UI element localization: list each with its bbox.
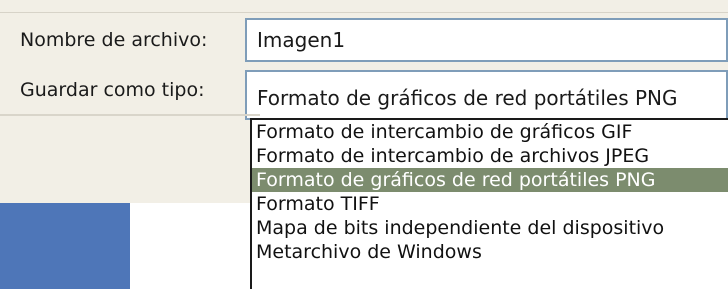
file-list-area <box>130 203 250 289</box>
save-as-type-select[interactable]: Formato de gráficos de red portátiles PN… <box>245 70 728 120</box>
file-type-dropdown-list[interactable]: Formato de intercambio de gráficos GIF F… <box>250 118 728 289</box>
dropdown-option-gif[interactable]: Formato de intercambio de gráficos GIF <box>252 120 728 144</box>
dropdown-option-png-selected[interactable]: Formato de gráficos de red portátiles PN… <box>252 168 728 192</box>
save-as-type-label-text: Guardar como tipo: <box>20 79 205 101</box>
dropdown-option-tiff[interactable]: Formato TIFF <box>252 192 728 216</box>
dropdown-option-bmp[interactable]: Mapa de bits independiente del dispositi… <box>252 216 728 240</box>
dropdown-option-jpeg[interactable]: Formato de intercambio de archivos JPEG <box>252 144 728 168</box>
dropdown-option-wmf[interactable]: Metarchivo de Windows <box>252 240 728 264</box>
filename-label-text: Nombre de archivo: <box>20 29 208 51</box>
filename-input[interactable]: Imagen1 <box>245 18 728 62</box>
dialog-top-edge <box>0 0 728 13</box>
filename-label: Nombre de archivo: <box>20 28 207 52</box>
places-bar-panel <box>0 203 130 289</box>
filename-input-value: Imagen1 <box>257 28 346 52</box>
save-as-type-selected-value: Formato de gráficos de red portátiles PN… <box>257 86 678 110</box>
separator <box>0 114 260 116</box>
save-as-type-label: Guardar como tipo: <box>20 78 205 102</box>
